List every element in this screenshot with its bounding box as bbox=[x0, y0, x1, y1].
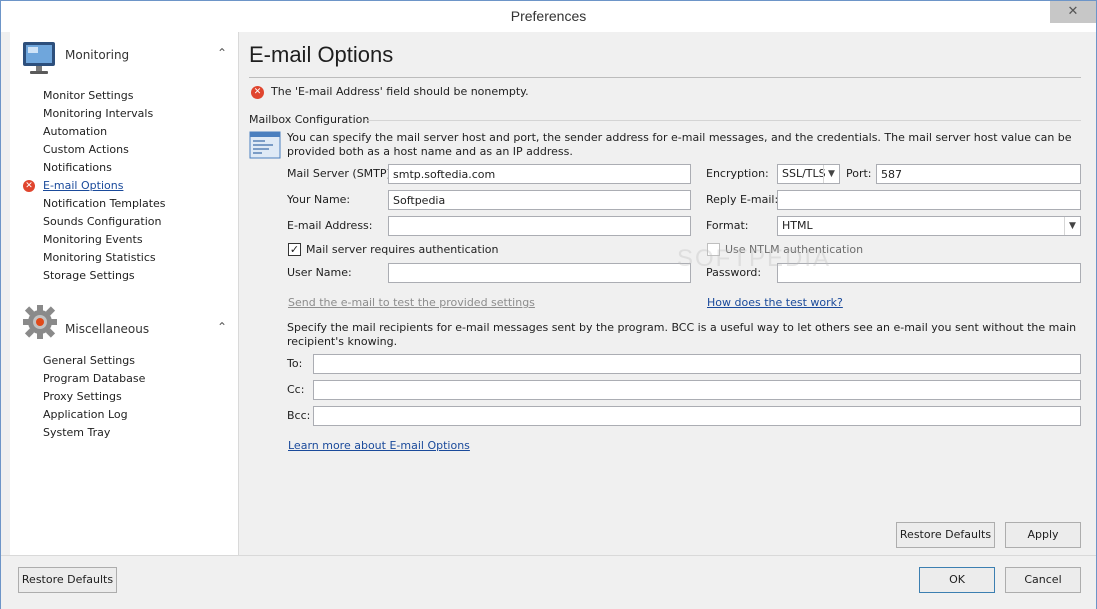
mail-server-input[interactable] bbox=[388, 164, 691, 184]
bcc-label: Bcc: bbox=[287, 409, 311, 422]
sidebar-item-system-tray[interactable]: System Tray bbox=[10, 424, 239, 442]
sidebar-item-general-settings[interactable]: General Settings bbox=[10, 352, 239, 370]
email-address-input[interactable] bbox=[388, 216, 691, 236]
sidebar-item-label: E-mail Options bbox=[43, 179, 124, 192]
apply-button[interactable]: Apply bbox=[1005, 522, 1081, 548]
encryption-label: Encryption: bbox=[706, 167, 769, 180]
cc-input[interactable] bbox=[313, 380, 1081, 400]
cc-label: Cc: bbox=[287, 383, 305, 396]
bcc-input[interactable] bbox=[313, 406, 1081, 426]
chevron-down-icon: ▼ bbox=[823, 165, 839, 183]
format-select[interactable]: HTML ▼ bbox=[777, 216, 1081, 236]
format-label: Format: bbox=[706, 219, 749, 232]
checkbox-checked-icon: ✓ bbox=[288, 243, 301, 256]
reply-email-label: Reply E-mail: bbox=[706, 193, 779, 206]
encryption-value: SSL/TLS bbox=[782, 167, 826, 180]
sidebar-item-proxy-settings[interactable]: Proxy Settings bbox=[10, 388, 239, 406]
window-title: Preferences bbox=[510, 8, 587, 24]
category-label: Monitoring bbox=[65, 48, 130, 62]
sidebar-item-email-options[interactable]: ✕ E-mail Options bbox=[10, 177, 239, 195]
reply-email-input[interactable] bbox=[777, 190, 1081, 210]
group-divider bbox=[366, 120, 1081, 121]
miscellaneous-nav: General Settings Program Database Proxy … bbox=[10, 352, 239, 442]
sidebar-item-program-database[interactable]: Program Database bbox=[10, 370, 239, 388]
password-input[interactable] bbox=[777, 263, 1081, 283]
category-monitoring[interactable]: Monitoring ⌃ bbox=[20, 38, 230, 78]
auth-checkbox-label: Mail server requires authentication bbox=[306, 243, 499, 256]
error-icon: ✕ bbox=[251, 86, 264, 99]
user-name-input[interactable] bbox=[388, 263, 691, 283]
close-button[interactable]: ✕ bbox=[1050, 1, 1096, 23]
sidebar-item-notifications[interactable]: Notifications bbox=[10, 159, 239, 177]
cancel-button[interactable]: Cancel bbox=[1005, 567, 1081, 593]
restore-defaults-button[interactable]: Restore Defaults bbox=[18, 567, 117, 593]
chevron-up-icon[interactable]: ⌃ bbox=[214, 46, 230, 62]
page-title: E-mail Options bbox=[249, 42, 394, 67]
gear-icon bbox=[23, 305, 57, 339]
learn-more-link[interactable]: Learn more about E-mail Options bbox=[288, 439, 470, 452]
ok-button[interactable]: OK bbox=[919, 567, 995, 593]
to-label: To: bbox=[287, 357, 303, 370]
password-label: Password: bbox=[706, 266, 762, 279]
chevron-down-icon: ▼ bbox=[1064, 217, 1080, 235]
sidebar-item-monitoring-events[interactable]: Monitoring Events bbox=[10, 231, 239, 249]
send-test-link[interactable]: Send the e-mail to test the provided set… bbox=[288, 296, 535, 309]
preferences-window: Preferences ✕ Monitoring ⌃ Monitor Setti… bbox=[0, 0, 1097, 609]
your-name-input[interactable] bbox=[388, 190, 691, 210]
sidebar-item-sounds-configuration[interactable]: Sounds Configuration bbox=[10, 213, 239, 231]
sidebar-item-monitoring-intervals[interactable]: Monitoring Intervals bbox=[10, 105, 239, 123]
monitor-icon bbox=[23, 42, 55, 74]
sidebar-item-custom-actions[interactable]: Custom Actions bbox=[10, 141, 239, 159]
checkbox-unchecked-icon bbox=[707, 243, 720, 256]
to-input[interactable] bbox=[313, 354, 1081, 374]
ntlm-checkbox-label: Use NTLM authentication bbox=[725, 243, 864, 256]
sidebar: Monitoring ⌃ Monitor Settings Monitoring… bbox=[10, 32, 239, 555]
close-icon: ✕ bbox=[1067, 4, 1079, 19]
user-name-label: User Name: bbox=[287, 266, 352, 279]
port-label: Port: bbox=[846, 167, 872, 180]
sidebar-item-application-log[interactable]: Application Log bbox=[10, 406, 239, 424]
title-divider bbox=[249, 77, 1081, 78]
sidebar-item-monitor-settings[interactable]: Monitor Settings bbox=[10, 87, 239, 105]
mailbox-icon bbox=[249, 131, 281, 159]
category-miscellaneous[interactable]: Miscellaneous ⌃ bbox=[20, 302, 230, 342]
dialog-footer: Restore Defaults OK Cancel bbox=[1, 555, 1096, 609]
monitoring-nav: Monitor Settings Monitoring Intervals Au… bbox=[10, 87, 239, 285]
sidebar-item-storage-settings[interactable]: Storage Settings bbox=[10, 267, 239, 285]
sidebar-item-monitoring-statistics[interactable]: Monitoring Statistics bbox=[10, 249, 239, 267]
title-bar: Preferences ✕ bbox=[1, 1, 1096, 32]
page-restore-defaults-button[interactable]: Restore Defaults bbox=[896, 522, 995, 548]
your-name-label: Your Name: bbox=[287, 193, 351, 206]
format-value: HTML bbox=[782, 219, 813, 232]
mail-server-label: Mail Server (SMTP): bbox=[287, 167, 395, 180]
encryption-select[interactable]: SSL/TLS ▼ bbox=[777, 164, 840, 184]
sidebar-item-automation[interactable]: Automation bbox=[10, 123, 239, 141]
main-panel: E-mail Options ✕ The 'E-mail Address' fi… bbox=[240, 32, 1092, 555]
group-label: Mailbox Configuration bbox=[249, 113, 370, 126]
email-address-label: E-mail Address: bbox=[287, 219, 373, 232]
port-input[interactable] bbox=[876, 164, 1081, 184]
chevron-up-icon[interactable]: ⌃ bbox=[214, 320, 230, 336]
error-icon: ✕ bbox=[23, 180, 35, 192]
category-label: Miscellaneous bbox=[65, 322, 150, 336]
recipients-description: Specify the mail recipients for e-mail m… bbox=[287, 321, 1077, 348]
sidebar-item-notification-templates[interactable]: Notification Templates bbox=[10, 195, 239, 213]
mailbox-description: You can specify the mail server host and… bbox=[287, 131, 1072, 158]
how-test-works-link[interactable]: How does the test work? bbox=[707, 296, 843, 309]
error-message: The 'E-mail Address' field should be non… bbox=[271, 85, 529, 98]
